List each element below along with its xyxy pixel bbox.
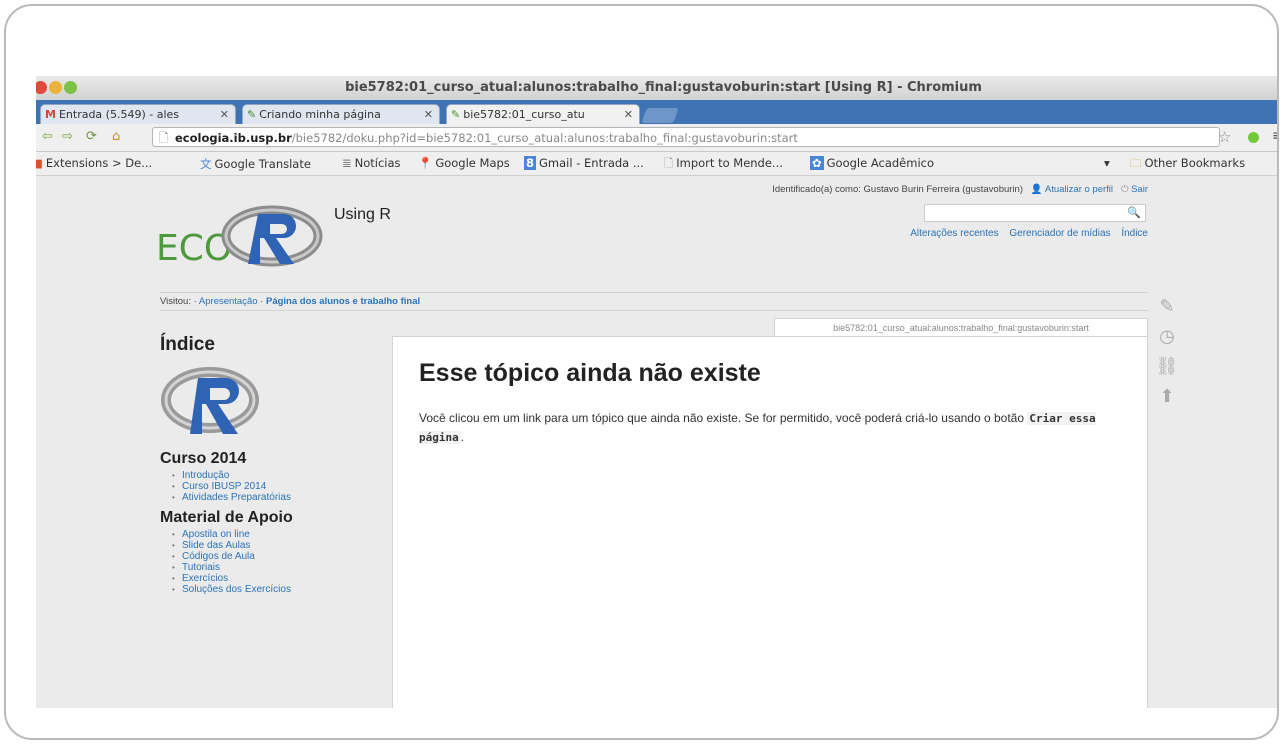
- sidebar-index-title: Índice: [160, 334, 215, 355]
- home-icon[interactable]: ⌂: [112, 129, 120, 144]
- backlinks-icon[interactable]: ⛓: [1152, 356, 1182, 386]
- old-revisions-icon[interactable]: ◷: [1152, 326, 1182, 356]
- scholar-icon: ✿: [810, 156, 824, 170]
- tab-label: bie5782:01_curso_atu: [463, 108, 585, 121]
- screenshot-frame: bie5782:01_curso_atual:alunos:trabalho_f…: [4, 4, 1279, 740]
- close-icon[interactable]: ✕: [220, 105, 229, 124]
- logged-in-text: Identificado(a) como: Gustavo Burin Ferr…: [772, 184, 1023, 195]
- tab-strip: M Entrada (5.549) - ales ✕ ✎ Criando minha…: [36, 100, 1277, 124]
- gmail-icon: M: [45, 108, 56, 121]
- bookmark-translate[interactable]: 文 Google Translate: [200, 156, 311, 172]
- site-name[interactable]: Using R: [334, 206, 391, 224]
- address-path: /bie5782/doku.php?id=bie5782:01_curso_at…: [291, 131, 798, 145]
- page-id-label: bie5782:01_curso_atual:alunos:trabalho_f…: [774, 318, 1148, 336]
- bookmark-extensions[interactable]: ■Extensions > De...: [36, 156, 152, 170]
- page-tools: ✎ ◷ ⛓ ⬆: [1152, 296, 1182, 416]
- sidebar-item-atividades[interactable]: Atividades Preparatórias: [172, 492, 380, 503]
- folder-icon: 🗀: [1130, 156, 1142, 170]
- tab-current[interactable]: ✎ bie5782:01_curso_atu ✕: [446, 104, 640, 124]
- logo-text: ECO: [156, 228, 232, 268]
- sidebar-curso-list: Introdução Curso IBUSP 2014 Atividades P…: [160, 470, 380, 503]
- eco-r-logo[interactable]: ECO: [156, 196, 336, 269]
- bookmarks-bar: ■Extensions > De... 文Google Translate ≣N…: [36, 152, 1277, 176]
- title-bar: bie5782:01_curso_atual:alunos:trabalho_f…: [36, 76, 1277, 101]
- page-viewport: Identificado(a) como: Gustavo Burin Ferr…: [36, 176, 1148, 708]
- address-bar[interactable]: 🗋 ecologia.ib.usp.br/bie5782/doku.php?id…: [152, 127, 1220, 147]
- sidebar: Índice Curso 2014 Introdução Curso IBUSP…: [160, 334, 380, 601]
- breadcrumb-link-apresentacao[interactable]: Apresentação: [199, 296, 258, 307]
- reload-icon[interactable]: ⟳: [86, 129, 97, 144]
- bookmark-maps[interactable]: 📍 Google Maps: [418, 156, 510, 170]
- bookmarks-overflow-icon[interactable]: ▾: [1104, 156, 1110, 170]
- bookmark-noticias[interactable]: ≣ Notícias: [342, 156, 401, 170]
- browser-window: bie5782:01_curso_atual:alunos:trabalho_f…: [36, 76, 1277, 708]
- search-icon[interactable]: 🔍: [1127, 206, 1141, 219]
- sidebar-item-introducao[interactable]: Introdução: [172, 470, 380, 481]
- bookmark-scholar[interactable]: ✿ Google Acadêmico: [810, 156, 934, 170]
- edit-page-icon[interactable]: ✎: [1152, 296, 1182, 326]
- tab-criando[interactable]: ✎ Criando minha página ✕: [242, 104, 440, 124]
- r-logo-image: [160, 362, 262, 444]
- extension-icon[interactable]: [1248, 132, 1259, 143]
- extensions-icon: ■: [36, 156, 43, 170]
- sidebar-item-apostila[interactable]: Apostila on line: [172, 529, 380, 540]
- user-bar: Identificado(a) como: Gustavo Burin Ferr…: [772, 184, 1148, 195]
- close-icon[interactable]: ✕: [624, 105, 633, 124]
- logout-link[interactable]: Sair: [1131, 184, 1148, 195]
- tab-label: Criando minha página: [259, 108, 381, 121]
- news-icon: ≣: [342, 156, 352, 170]
- page-message: Você clicou em um link para um tópico qu…: [419, 411, 1096, 444]
- sidebar-material-list: Apostila on line Slide das Aulas Códigos…: [160, 529, 380, 595]
- new-tab-button[interactable]: [641, 108, 679, 123]
- forward-icon[interactable]: ⇨: [62, 129, 73, 144]
- main-content: Esse tópico ainda não existe Você clicou…: [392, 336, 1148, 708]
- sidebar-item-solucoes[interactable]: Soluções dos Exercícios: [172, 584, 380, 595]
- sidebar-item-codigos[interactable]: Códigos de Aula: [172, 551, 380, 562]
- window-title: bie5782:01_curso_atual:alunos:trabalho_f…: [345, 80, 982, 95]
- sidebar-item-slides[interactable]: Slide das Aulas: [172, 540, 380, 551]
- update-profile-link[interactable]: Atualizar o perfil: [1045, 184, 1113, 195]
- tab-label: Entrada (5.549) - ales: [58, 108, 180, 121]
- sidebar-item-exercicios[interactable]: Exercícios: [172, 573, 380, 584]
- menu-icon[interactable]: ≡: [1272, 128, 1277, 144]
- back-icon[interactable]: ⇦: [42, 129, 53, 144]
- index-link[interactable]: Índice: [1121, 228, 1148, 239]
- page-icon: 🗋: [159, 131, 169, 145]
- page-icon: 🗋: [664, 156, 674, 170]
- media-manager-link[interactable]: Gerenciador de mídias: [1009, 228, 1110, 239]
- translate-icon: 文: [200, 157, 212, 171]
- maps-icon: 📍: [418, 156, 433, 170]
- sidebar-item-curso-ibusp[interactable]: Curso IBUSP 2014: [172, 481, 380, 492]
- top-links: Alterações recentes Gerenciador de mídia…: [902, 228, 1148, 239]
- breadcrumb-label: Visitou:: [160, 296, 191, 307]
- sidebar-section-material: Material de Apoio: [160, 509, 293, 526]
- breadcrumb: Visitou: · Apresentação · Página dos alu…: [160, 292, 1148, 311]
- dokuwiki-icon: ✎: [451, 108, 461, 121]
- gmail-icon: 8: [524, 156, 537, 170]
- sidebar-section-curso: Curso 2014: [160, 450, 247, 467]
- bookmark-star-icon[interactable]: ☆: [1218, 128, 1231, 146]
- close-icon[interactable]: ✕: [424, 105, 433, 124]
- bookmark-mendeley[interactable]: 🗋 Import to Mende...: [664, 156, 783, 175]
- back-to-top-icon[interactable]: ⬆: [1152, 386, 1182, 416]
- recent-changes-link[interactable]: Alterações recentes: [910, 228, 998, 239]
- power-icon: ⏻: [1120, 184, 1129, 195]
- bookmark-gmail[interactable]: 8 Gmail - Entrada ...: [524, 156, 644, 170]
- user-icon: 👤: [1030, 184, 1043, 195]
- address-host: ecologia.ib.usp.br: [175, 131, 292, 145]
- dokuwiki-icon: ✎: [247, 108, 257, 121]
- page-title: Esse tópico ainda não existe: [419, 359, 761, 387]
- tab-gmail[interactable]: M Entrada (5.549) - ales ✕: [40, 104, 236, 124]
- toolbar: ⇦ ⇨ ⟳ ⌂ 🗋 ecologia.ib.usp.br/bie5782/dok…: [36, 124, 1277, 152]
- r-letter-icon: [248, 214, 296, 264]
- search-input[interactable]: 🔍: [924, 204, 1146, 222]
- other-bookmarks[interactable]: 🗀 Other Bookmarks: [1130, 156, 1245, 175]
- sidebar-item-tutoriais[interactable]: Tutoriais: [172, 562, 380, 573]
- breadcrumb-link-alunos[interactable]: Página dos alunos e trabalho final: [266, 296, 420, 307]
